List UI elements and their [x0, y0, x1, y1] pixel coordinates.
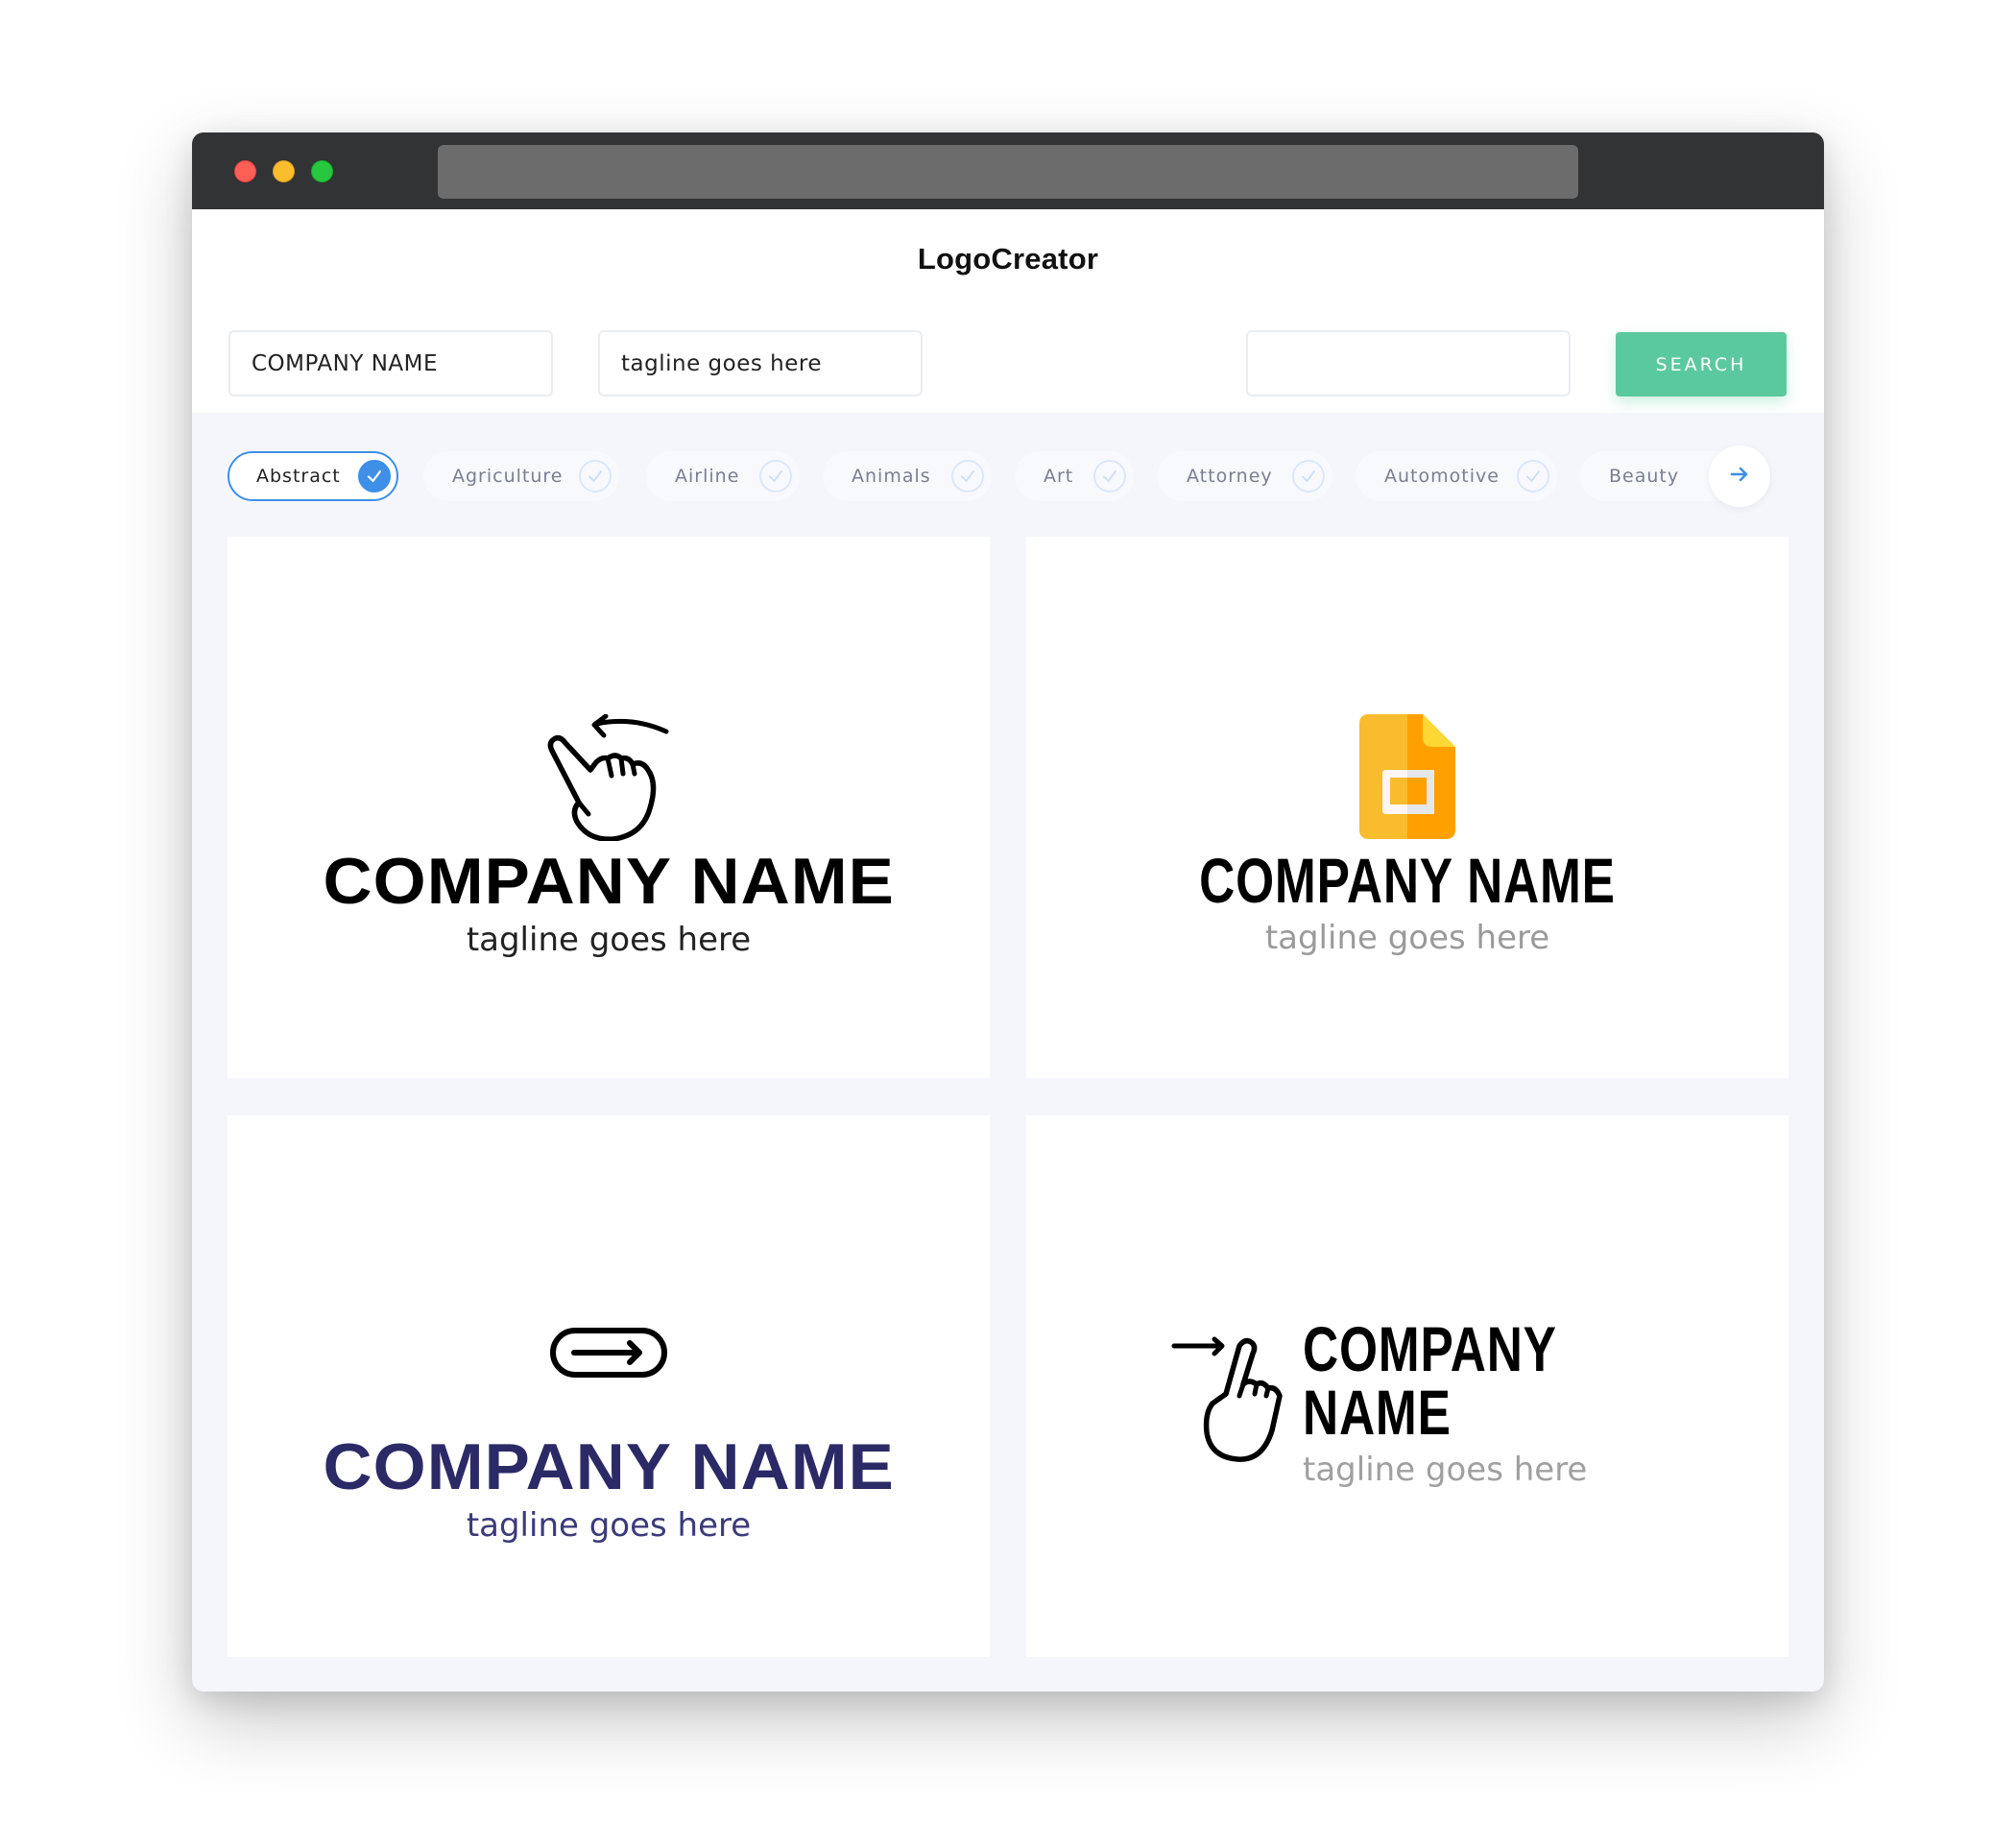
check-icon	[1093, 460, 1126, 492]
category-label: Art	[1044, 466, 1074, 487]
check-icon	[579, 460, 612, 492]
category-abstract[interactable]: Abstract	[228, 451, 398, 501]
category-label: Abstract	[256, 466, 341, 487]
search-bar: COMPANY NAME tagline goes here SEARCH	[192, 309, 1824, 413]
logo-card[interactable]: COMPANY NAME tagline goes here	[228, 1116, 990, 1657]
minimize-window-button[interactable]	[273, 160, 295, 182]
logo-card[interactable]: COMPANY NAME tagline goes here	[228, 537, 990, 1078]
swipe-left-hand-icon	[546, 713, 671, 845]
window-titlebar	[192, 132, 1824, 209]
category-label: Animals	[852, 466, 931, 487]
swipe-right-hand-icon	[1170, 1336, 1295, 1467]
logo-tagline: tagline goes here	[1264, 919, 1550, 957]
category-label: Agriculture	[452, 466, 564, 487]
logo-tagline: tagline goes here	[466, 921, 752, 959]
logo-card[interactable]: COMPANY NAME tagline goes here	[1026, 537, 1788, 1078]
category-automotive[interactable]: Automotive	[1356, 451, 1557, 501]
category-art[interactable]: Art	[1015, 451, 1134, 501]
category-agriculture[interactable]: Agriculture	[423, 451, 619, 501]
category-label: Automotive	[1384, 466, 1500, 487]
site-logo-title[interactable]: LogoCreator	[918, 242, 1098, 276]
check-icon	[951, 460, 984, 492]
logo-tagline: tagline goes here	[466, 1506, 752, 1545]
logo-card[interactable]: COMPANY NAME tagline goes here	[1026, 1116, 1788, 1657]
category-label: Airline	[675, 466, 740, 487]
category-filter-bar: Abstract Agriculture Airline Animals Art	[192, 442, 1824, 518]
categories-next-button[interactable]	[1709, 445, 1770, 507]
tagline-input[interactable]: tagline goes here	[598, 330, 923, 396]
address-bar[interactable]	[438, 145, 1578, 199]
keyword-input[interactable]	[1246, 330, 1571, 396]
category-attorney[interactable]: Attorney	[1158, 451, 1332, 501]
company-name-input[interactable]: COMPANY NAME	[228, 330, 553, 396]
search-button[interactable]: SEARCH	[1616, 332, 1787, 396]
check-icon	[759, 460, 792, 492]
slides-document-icon	[1359, 714, 1455, 843]
check-icon	[358, 460, 391, 492]
close-window-button[interactable]	[234, 160, 256, 182]
category-label: Attorney	[1187, 466, 1273, 487]
maximize-window-button[interactable]	[311, 160, 333, 182]
browser-window: LogoCreator COMPANY NAME tagline goes he…	[192, 132, 1824, 1692]
logo-company-name: COMPANY NAME	[323, 1430, 895, 1503]
logo-company-name: COMPANY NAME	[1303, 1313, 1556, 1448]
category-label: Beauty	[1609, 466, 1680, 487]
arrow-pill-icon	[549, 1327, 668, 1384]
logo-tagline: tagline goes here	[1303, 1451, 1588, 1489]
logo-company-name: COMPANY NAME	[323, 845, 895, 918]
logo-company-name: COMPANY NAME	[1199, 845, 1616, 916]
check-icon	[1517, 460, 1549, 492]
site-header: LogoCreator	[192, 209, 1824, 309]
arrow-right-icon	[1729, 464, 1750, 489]
category-animals[interactable]: Animals	[823, 451, 992, 501]
check-icon	[1292, 460, 1325, 492]
category-airline[interactable]: Airline	[646, 451, 800, 501]
